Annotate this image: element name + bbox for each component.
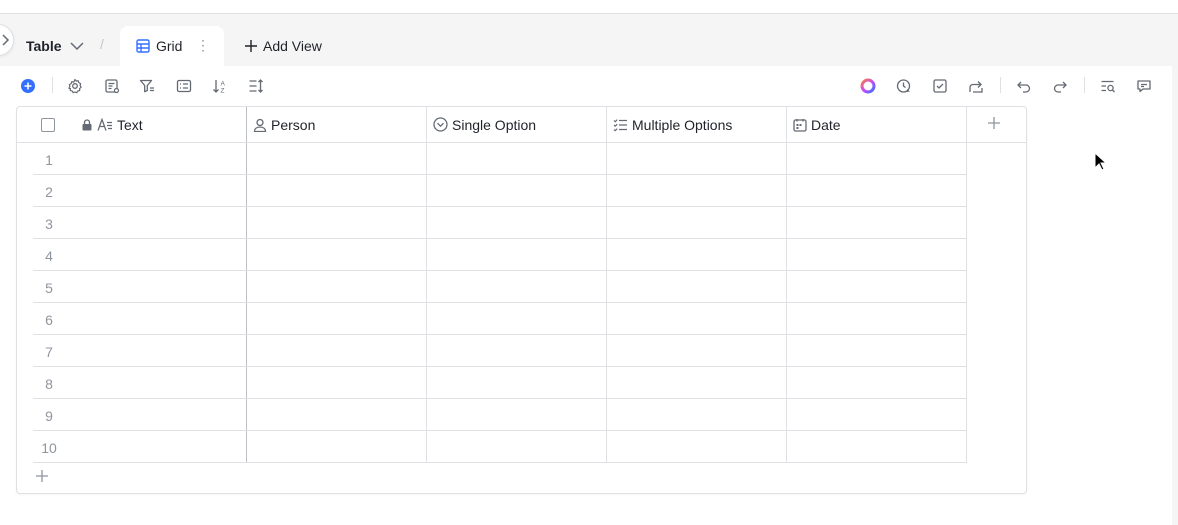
table-row[interactable]: 7 <box>33 335 967 367</box>
automation-icon <box>896 79 911 93</box>
chevron-down-icon <box>70 42 84 50</box>
view-tabs: Table / Grid ⋮ Add View <box>0 26 1178 66</box>
comment-icon <box>1137 80 1151 93</box>
toolbar-divider <box>52 77 53 93</box>
column-header-person[interactable]: Person <box>247 107 427 142</box>
row-number: 10 <box>41 440 57 456</box>
table-row[interactable]: 1 <box>33 143 967 175</box>
column-header-multiple-options[interactable]: Multiple Options <box>607 107 787 142</box>
add-record-button[interactable] <box>19 77 37 95</box>
row-number: 4 <box>45 248 53 264</box>
multiple-options-icon <box>613 118 627 132</box>
column-header-label: Person <box>271 116 316 133</box>
row-number: 5 <box>45 280 53 296</box>
add-view-label: Add View <box>263 38 322 54</box>
svg-text:A: A <box>221 81 226 88</box>
grid-header: Text Person Single Option Multiple Optio… <box>17 107 1026 143</box>
ai-assistant-button[interactable] <box>859 77 877 95</box>
row-number: 9 <box>45 408 53 424</box>
row-number: 3 <box>45 216 53 232</box>
undo-icon <box>1017 81 1031 93</box>
table-row[interactable]: 6 <box>33 303 967 335</box>
column-header-label: Single Option <box>452 116 537 133</box>
calendar-icon <box>793 118 807 132</box>
toolbar: AZ <box>0 66 1172 106</box>
settings-button[interactable] <box>66 77 84 95</box>
row-number: 8 <box>45 376 53 392</box>
table-row[interactable]: 3 <box>33 207 967 239</box>
text-field-icon <box>97 117 112 131</box>
add-row-button[interactable] <box>35 469 49 488</box>
row-number: 7 <box>45 344 53 360</box>
undo-button[interactable] <box>1015 77 1033 95</box>
svg-text:Z: Z <box>221 88 225 95</box>
table-selector-label: Table <box>26 38 62 54</box>
more-vertical-icon[interactable]: ⋮ <box>196 38 210 52</box>
comments-button[interactable] <box>1135 77 1153 95</box>
share-icon <box>969 81 983 93</box>
table-selector[interactable]: Table <box>26 38 84 54</box>
table-row[interactable]: 10 <box>33 431 967 463</box>
tab-grid-label: Grid <box>156 38 183 54</box>
row-number: 6 <box>45 312 53 328</box>
search-list-icon <box>1101 80 1115 93</box>
window-top-strip <box>0 0 1178 14</box>
column-header-date[interactable]: Date <box>787 107 967 142</box>
search-button[interactable] <box>1099 77 1117 95</box>
redo-icon <box>1053 81 1067 93</box>
column-header-text[interactable]: Text <box>73 107 247 142</box>
table-row[interactable]: 9 <box>33 399 967 431</box>
plus-circle-icon <box>21 79 35 93</box>
add-view-button[interactable]: Add View <box>244 38 322 54</box>
column-header-label: Multiple Options <box>632 116 733 133</box>
mouse-cursor-icon <box>1094 152 1108 171</box>
row-height-icon <box>249 79 263 93</box>
grid-view-icon <box>136 39 150 53</box>
add-column-button[interactable] <box>987 116 1001 135</box>
share-button[interactable] <box>967 77 985 95</box>
table-row[interactable]: 5 <box>33 271 967 303</box>
row-height-button[interactable] <box>247 77 265 95</box>
group-icon <box>176 79 192 93</box>
toolbar-divider <box>1000 77 1001 93</box>
field-config-icon <box>105 79 120 94</box>
redo-button[interactable] <box>1051 77 1069 95</box>
main-panel: AZ Text Person Single Option Multiple Op… <box>0 66 1172 525</box>
column-header-label: Text <box>117 116 143 133</box>
table-row[interactable]: 2 <box>33 175 967 207</box>
single-option-icon <box>433 117 448 132</box>
tab-grid[interactable]: Grid ⋮ <box>120 26 224 66</box>
person-icon <box>253 118 267 132</box>
plus-icon <box>245 40 257 52</box>
sort-icon: AZ <box>213 80 226 95</box>
plus-icon <box>988 117 1000 129</box>
plus-icon <box>36 470 48 482</box>
filter-button[interactable] <box>138 77 156 95</box>
group-button[interactable] <box>175 77 193 95</box>
validation-button[interactable] <box>931 77 949 95</box>
sort-button[interactable]: AZ <box>211 77 229 95</box>
column-header-single-option[interactable]: Single Option <box>427 107 607 142</box>
tab-separator: / <box>100 36 104 52</box>
ai-assistant-icon <box>860 78 876 94</box>
gear-icon <box>68 78 82 94</box>
filter-icon <box>139 79 154 93</box>
table-row[interactable]: 4 <box>33 239 967 271</box>
field-settings-button[interactable] <box>103 77 121 95</box>
checklist-icon <box>933 79 947 93</box>
data-grid: Text Person Single Option Multiple Optio… <box>16 106 1027 494</box>
row-number: 2 <box>45 184 53 200</box>
automation-button[interactable] <box>895 77 913 95</box>
column-header-label: Date <box>811 116 841 133</box>
select-all-checkbox[interactable] <box>41 118 55 132</box>
row-number: 1 <box>45 152 53 168</box>
lock-icon <box>82 118 92 130</box>
table-row[interactable]: 8 <box>33 367 967 399</box>
toolbar-divider <box>1084 77 1085 93</box>
